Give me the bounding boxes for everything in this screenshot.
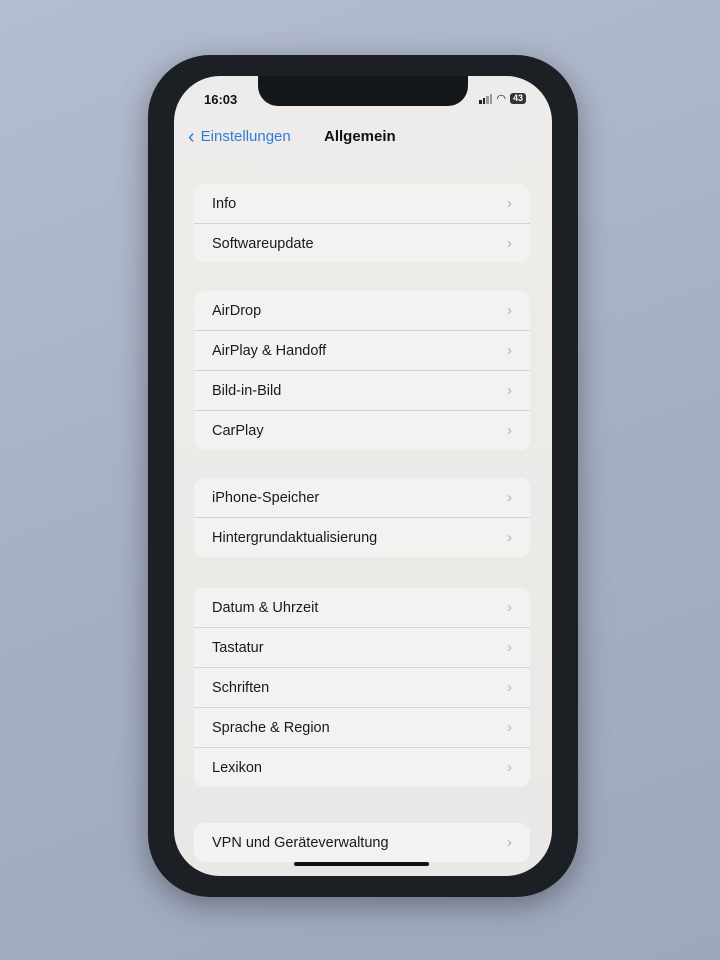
chevron-right-icon: › — [507, 529, 512, 546]
row-label: AirDrop — [212, 302, 262, 319]
chevron-right-icon: › — [507, 422, 512, 439]
chevron-right-icon: › — [507, 235, 512, 252]
settings-row[interactable]: Lexikon › — [194, 748, 530, 787]
chevron-right-icon: › — [507, 599, 512, 616]
row-label: Schriften — [212, 679, 270, 696]
navigation-bar: ‹ Einstellungen Allgemein — [174, 125, 552, 152]
settings-row[interactable]: Schriften › — [194, 668, 530, 708]
settings-row[interactable]: CarPlay › — [194, 411, 530, 450]
settings-row[interactable]: Info › — [194, 184, 530, 224]
settings-row[interactable]: AirPlay & Handoff › — [194, 331, 530, 371]
settings-row[interactable]: Datum & Uhrzeit › — [194, 588, 530, 628]
row-label: Sprache & Region — [212, 719, 330, 736]
row-label: CarPlay — [212, 422, 264, 439]
phone-screen: 16:03 ◠ 43 ‹ Einstellungen Allgemein Inf… — [174, 76, 552, 876]
chevron-right-icon: › — [507, 382, 512, 399]
row-label: Tastatur — [212, 639, 264, 656]
chevron-right-icon: › — [507, 759, 512, 776]
settings-group: iPhone-Speicher › Hintergrundaktualisierun… — [194, 478, 530, 557]
row-label: Hintergrundaktualisierung — [212, 529, 378, 546]
chevron-right-icon: › — [507, 679, 512, 696]
notch — [258, 76, 468, 106]
back-label: Einstellungen — [200, 128, 291, 145]
chevron-right-icon: › — [507, 489, 512, 506]
row-label: AirPlay & Handoff — [212, 342, 327, 359]
settings-group: AirDrop › AirPlay & Handoff › Bild-in-Bild › C… — [194, 291, 530, 450]
chevron-right-icon: › — [507, 719, 512, 736]
row-label: iPhone-Speicher — [212, 489, 320, 506]
chevron-right-icon: › — [507, 302, 512, 319]
chevron-right-icon: › — [507, 639, 512, 656]
chevron-left-icon: ‹ — [188, 125, 195, 148]
page-title: Allgemein — [324, 128, 396, 145]
settings-row[interactable]: VPN und Geräteverwaltung › — [194, 823, 530, 862]
status-time: 16:03 — [204, 92, 238, 107]
wifi-icon: ◠ — [496, 93, 506, 105]
settings-row[interactable]: iPhone-Speicher › — [194, 478, 530, 518]
row-label: VPN und Geräteverwaltung — [212, 834, 389, 851]
chevron-right-icon: › — [507, 195, 512, 212]
row-label: Softwareupdate — [212, 235, 314, 252]
home-indicator[interactable] — [294, 862, 429, 866]
battery-icon: 43 — [509, 93, 526, 104]
settings-row[interactable]: Sprache & Region › — [194, 708, 530, 748]
settings-row[interactable]: AirDrop › — [194, 291, 530, 331]
settings-group: Info › Softwareupdate › — [194, 184, 530, 263]
row-label: Lexikon — [212, 759, 262, 776]
row-label: Datum & Uhrzeit — [212, 599, 319, 616]
chevron-right-icon: › — [507, 342, 512, 359]
chevron-right-icon: › — [507, 834, 512, 851]
row-label: Info — [212, 195, 237, 212]
settings-row[interactable]: Tastatur › — [194, 628, 530, 668]
row-label: Bild-in-Bild — [212, 382, 282, 399]
settings-row[interactable]: Softwareupdate › — [194, 224, 530, 263]
settings-row[interactable]: Bild-in-Bild › — [194, 371, 530, 411]
status-indicators: ◠ 43 — [479, 92, 526, 105]
back-button[interactable]: ‹ Einstellungen — [188, 125, 291, 148]
cellular-signal-icon — [479, 93, 493, 104]
settings-group: Datum & Uhrzeit › Tastatur › Schriften › Sprac… — [194, 588, 530, 787]
settings-row[interactable]: Hintergrundaktualisierung › — [194, 518, 530, 557]
settings-group: VPN und Geräteverwaltung › — [194, 823, 530, 862]
